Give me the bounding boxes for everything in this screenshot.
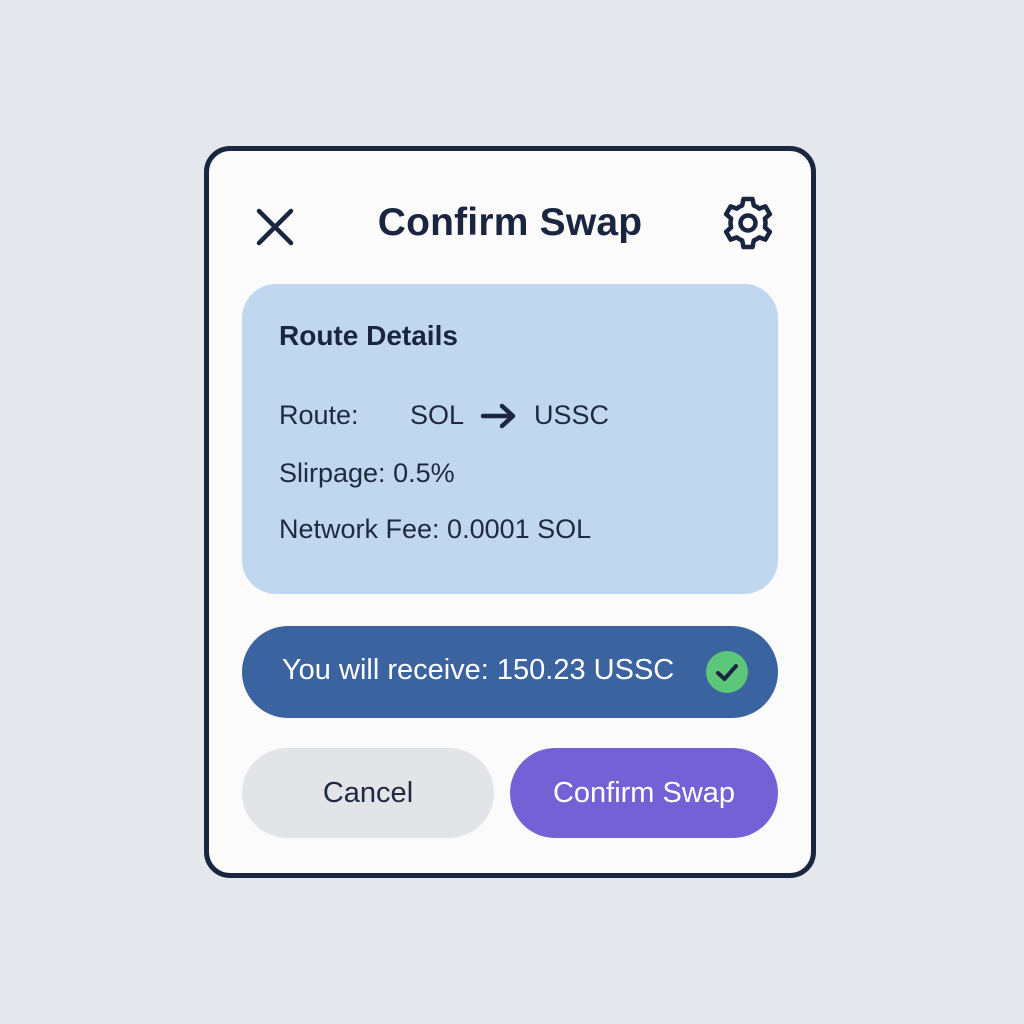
gear-icon — [723, 196, 773, 250]
slippage-text: Slirpage: 0.5% — [279, 458, 455, 488]
route-path: SOL USSC — [410, 400, 609, 431]
receive-amount-text: You will receive: 150.23 USSC — [282, 654, 675, 686]
route-to-token: USSC — [534, 400, 610, 430]
settings-button[interactable] — [719, 194, 777, 252]
cancel-button[interactable]: Cancel — [242, 748, 494, 838]
receive-summary-bar: You will receive: 150.23 USSC — [242, 626, 778, 718]
confirm-swap-button[interactable]: Confirm Swap — [510, 748, 778, 838]
arrow-right-icon — [480, 403, 516, 428]
route-details-heading: Route Details — [279, 320, 458, 351]
route-label: Route: — [279, 400, 359, 430]
check-circle-icon — [706, 651, 748, 693]
confirm-swap-dialog: Confirm Swap Route Details Route: SOL US… — [204, 146, 816, 878]
route-details-card: Route Details Route: SOL USSC Slirpage: … — [242, 284, 778, 594]
route-from-token: SOL — [410, 400, 465, 430]
screen: Confirm Swap Route Details Route: SOL US… — [0, 0, 1024, 1024]
network-fee-text: Network Fee: 0.0001 SOL — [279, 514, 592, 544]
